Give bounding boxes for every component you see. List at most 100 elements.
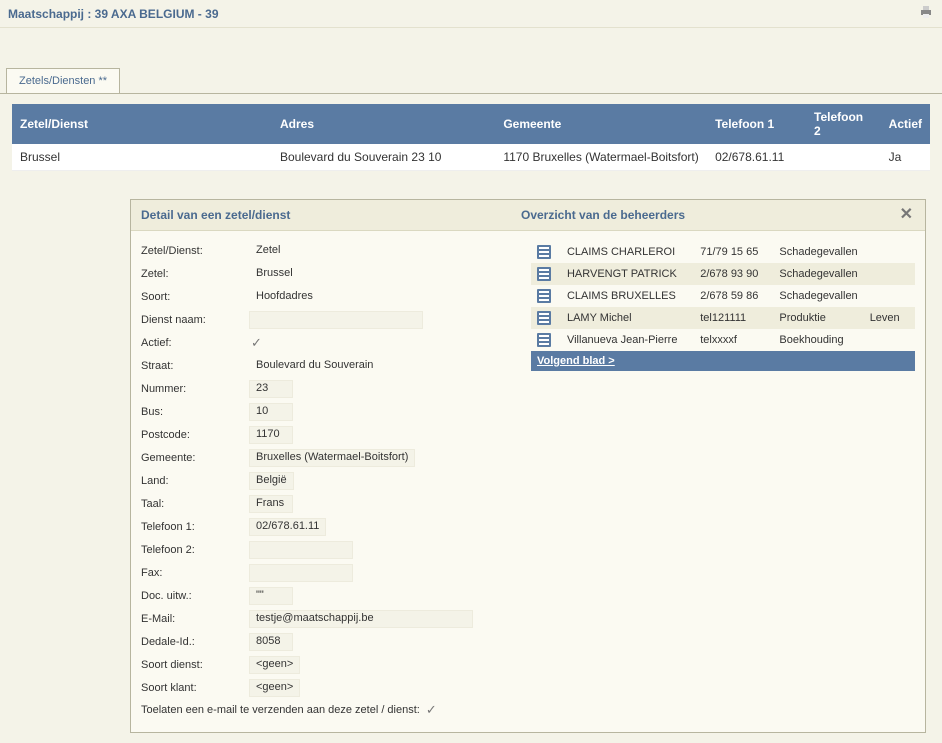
mgr-tel: 2/678 93 90	[694, 263, 773, 285]
mgr-cat: Boekhouding	[773, 329, 863, 351]
detail-title-left: Detail van een zetel/dienst	[141, 208, 521, 222]
list-icon	[537, 311, 551, 325]
value-tel2	[249, 541, 353, 559]
label-zetel: Zetel:	[141, 268, 249, 280]
value-doc-uitw: ""	[249, 587, 293, 605]
value-dedale: 8058	[249, 633, 293, 651]
mgr-extra	[864, 329, 915, 351]
mgr-name: CLAIMS BRUXELLES	[561, 285, 694, 307]
value-gemeente: Bruxelles (Watermael-Boitsfort)	[249, 449, 415, 467]
mgr-extra	[864, 241, 915, 263]
label-gemeente: Gemeente:	[141, 452, 249, 464]
managers-panel: CLAIMS CHARLEROI 71/79 15 65 Schadegeval…	[531, 241, 915, 718]
mgr-cat: Produktie	[773, 307, 863, 329]
col-gemeente: Gemeente	[495, 104, 707, 144]
label-actief: Actief:	[141, 337, 249, 349]
table-row[interactable]: Brussel Boulevard du Souverain 23 10 117…	[12, 144, 930, 171]
label-email: E-Mail:	[141, 613, 249, 625]
value-nummer: 23	[249, 380, 293, 398]
mgr-tel: telxxxxf	[694, 329, 773, 351]
cell-adres: Boulevard du Souverain 23 10	[272, 144, 495, 171]
email-allowed-row: Toelaten een e-mail te verzenden aan dez…	[141, 702, 521, 718]
cell-gemeente: 1170 Bruxelles (Watermael-Boitsfort)	[495, 144, 707, 171]
tab-strip: Zetels/Diensten **	[0, 68, 942, 93]
mgr-tel: 2/678 59 86	[694, 285, 773, 307]
mgr-name: Villanueva Jean-Pierre	[561, 329, 694, 351]
col-tel1: Telefoon 1	[707, 104, 806, 144]
manager-row[interactable]: HARVENGT PATRICK 2/678 93 90 Schadegeval…	[531, 263, 915, 285]
zetels-table: Zetel/Dienst Adres Gemeente Telefoon 1 T…	[12, 104, 930, 171]
list-icon	[537, 245, 551, 259]
list-icon	[537, 333, 551, 347]
mgr-extra	[864, 263, 915, 285]
label-dedale: Dedale-Id.:	[141, 636, 249, 648]
value-land: België	[249, 472, 294, 490]
managers-table: CLAIMS CHARLEROI 71/79 15 65 Schadegeval…	[531, 241, 915, 351]
col-zetel: Zetel/Dienst	[12, 104, 272, 144]
mgr-cat: Schadegevallen	[773, 241, 863, 263]
mgr-tel: 71/79 15 65	[694, 241, 773, 263]
mgr-name: LAMY Michel	[561, 307, 694, 329]
cell-zetel: Brussel	[12, 144, 272, 171]
label-bus: Bus:	[141, 406, 249, 418]
col-actief: Actief	[881, 104, 930, 144]
value-postcode: 1170	[249, 426, 293, 444]
label-taal: Taal:	[141, 498, 249, 510]
print-icon[interactable]	[918, 4, 934, 23]
title-bar: Maatschappij : 39 AXA BELGIUM - 39	[0, 0, 942, 28]
manager-row[interactable]: LAMY Michel tel121111 Produktie Leven	[531, 307, 915, 329]
mgr-extra: Leven	[864, 307, 915, 329]
table-header-row: Zetel/Dienst Adres Gemeente Telefoon 1 T…	[12, 104, 930, 144]
detail-panel: Detail van een zetel/dienst Overzicht va…	[130, 199, 926, 733]
check-email-allowed-icon: ✓	[424, 702, 437, 718]
manager-row[interactable]: CLAIMS BRUXELLES 2/678 59 86 Schadegeval…	[531, 285, 915, 307]
value-fax	[249, 564, 353, 582]
manager-row[interactable]: CLAIMS CHARLEROI 71/79 15 65 Schadegeval…	[531, 241, 915, 263]
value-soort-klant: <geen>	[249, 679, 300, 697]
mgr-extra	[864, 285, 915, 307]
detail-header: Detail van een zetel/dienst Overzicht va…	[131, 200, 925, 231]
label-zetel-dienst: Zetel/Dienst:	[141, 245, 249, 257]
mgr-name: HARVENGT PATRICK	[561, 263, 694, 285]
label-nummer: Nummer:	[141, 383, 249, 395]
list-icon	[537, 289, 551, 303]
label-doc-uitw: Doc. uitw.:	[141, 590, 249, 602]
tab-zetels-diensten[interactable]: Zetels/Diensten **	[6, 68, 120, 93]
value-zetel: Brussel	[249, 265, 300, 283]
close-icon[interactable]: ✕	[898, 208, 915, 222]
list-icon	[537, 267, 551, 281]
label-tel2: Telefoon 2:	[141, 544, 249, 556]
cell-tel2	[806, 144, 881, 171]
page-title: Maatschappij : 39 AXA BELGIUM - 39	[8, 7, 219, 21]
label-fax: Fax:	[141, 567, 249, 579]
label-postcode: Postcode:	[141, 429, 249, 441]
label-soort-dienst: Soort dienst:	[141, 659, 249, 671]
cell-tel1: 02/678.61.11	[707, 144, 806, 171]
label-soort-klant: Soort klant:	[141, 682, 249, 694]
value-soort-dienst: <geen>	[249, 656, 300, 674]
label-straat: Straat:	[141, 360, 249, 372]
value-soort: Hoofdadres	[249, 288, 320, 306]
cell-actief: Ja	[881, 144, 930, 171]
value-zetel-dienst: Zetel	[249, 242, 293, 260]
value-bus: 10	[249, 403, 293, 421]
mgr-tel: tel121111	[694, 307, 773, 329]
mgr-cat: Schadegevallen	[773, 263, 863, 285]
value-email: testje@maatschappij.be	[249, 610, 473, 628]
tab-content: Zetel/Dienst Adres Gemeente Telefoon 1 T…	[0, 93, 942, 733]
detail-title-right: Overzicht van de beheerders	[521, 208, 898, 222]
manager-row[interactable]: Villanueva Jean-Pierre telxxxxf Boekhoud…	[531, 329, 915, 351]
value-dienst-naam	[249, 311, 423, 329]
label-land: Land:	[141, 475, 249, 487]
value-straat: Boulevard du Souverain	[249, 357, 380, 375]
col-tel2: Telefoon 2	[806, 104, 881, 144]
mgr-name: CLAIMS CHARLEROI	[561, 241, 694, 263]
detail-fields: Zetel/Dienst: Zetel Zetel: Brussel Soort…	[141, 241, 521, 718]
mgr-cat: Schadegevallen	[773, 285, 863, 307]
label-dienst-naam: Dienst naam:	[141, 314, 249, 326]
label-soort: Soort:	[141, 291, 249, 303]
value-taal: Frans	[249, 495, 293, 513]
next-page-link[interactable]: Volgend blad >	[531, 351, 915, 371]
value-tel1: 02/678.61.11	[249, 518, 326, 536]
check-actief-icon: ✓	[249, 335, 262, 351]
